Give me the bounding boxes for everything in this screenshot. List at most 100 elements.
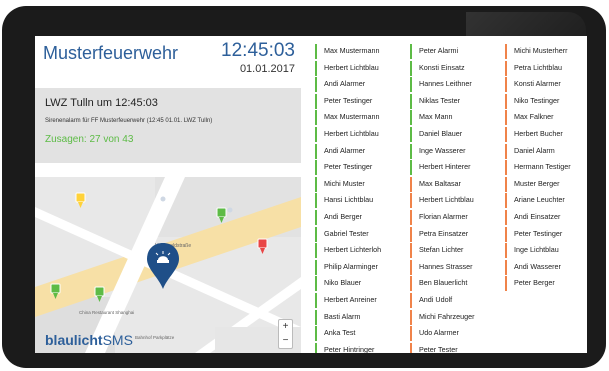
responder-row: Peter Tester — [410, 342, 502, 353]
responder-row: Herbert Lichterloh — [315, 242, 407, 259]
responder-row: Hannes Leithner — [410, 76, 502, 93]
responder-name: Andi Wasserer — [514, 261, 561, 271]
responder-row: Michi Fahrzeuger — [410, 309, 502, 326]
status-bar — [410, 326, 412, 342]
date: 01.01.2017 — [239, 63, 295, 75]
responder-name: Andi Alarmer — [324, 145, 366, 155]
status-bar — [505, 243, 507, 259]
responder-name: Niklas Tester — [419, 95, 461, 105]
responder-row: Peter Testinger — [315, 159, 407, 176]
responder-name: Peter Berger — [514, 278, 555, 288]
status-bar — [505, 276, 507, 292]
clock: 12:45:03 — [221, 40, 295, 61]
responder-row: Max Mustermann — [315, 109, 407, 126]
responder-name: Michi Fahrzeuger — [419, 311, 475, 321]
status-bar — [410, 209, 412, 225]
responder-name: Niko Testinger — [514, 95, 560, 105]
responder-name: Petra Einsatzer — [419, 228, 469, 238]
responder-row: Ariane Leuchter — [505, 192, 587, 209]
responder-name: Max Baltasar — [419, 178, 461, 188]
responder-row: Andi Alarmer — [315, 76, 407, 93]
marker-green-icon[interactable] — [94, 286, 105, 302]
responder-name: Michi Musterherr — [514, 46, 568, 55]
status-bar — [505, 160, 507, 176]
responder-name: Andi Alarmer — [324, 79, 366, 89]
responder-name: Philip Alarminger — [324, 261, 378, 271]
responder-row: Stefan Lichter — [410, 242, 502, 259]
responder-row: Inge Wasserer — [410, 143, 502, 160]
responder-row: Florian Alarmer — [410, 209, 502, 226]
responder-row: Muster Berger — [505, 176, 587, 193]
map-markers — [50, 192, 268, 302]
responder-name: Herbert Anreiner — [324, 294, 377, 304]
responder-column: Max Mustermann Herbert Lichtblau Andi Alar… — [315, 43, 407, 353]
responder-row: Niko Blauer — [315, 275, 407, 292]
responder-name: Konsti Alarmer — [514, 79, 561, 89]
responder-name: Herbert Lichtblau — [324, 62, 379, 72]
marker-green-icon[interactable] — [216, 207, 227, 223]
status-bar — [505, 143, 507, 159]
responder-row: Petra Einsatzer — [410, 226, 502, 243]
status-bar — [315, 209, 317, 225]
responder-row: Peter Testinger — [505, 226, 587, 243]
status-bar — [315, 44, 317, 59]
responder-name: Herbert Lichterloh — [324, 245, 382, 255]
status-bar — [315, 176, 317, 192]
status-bar — [410, 93, 412, 109]
responder-row: Peter Alarmi — [410, 43, 502, 60]
status-bar — [505, 176, 507, 192]
status-bar — [315, 193, 317, 209]
responder-row: Andi Udolf — [410, 292, 502, 309]
status-bar — [315, 143, 317, 159]
responder-row: Herbert Bucher — [505, 126, 587, 143]
responder-row: Andi Berger — [315, 209, 407, 226]
status-bar — [410, 193, 412, 209]
status-bar — [410, 226, 412, 242]
responder-row: Hansi Lichtblau — [315, 192, 407, 209]
responder-row: Peter Testinger — [315, 93, 407, 110]
marker-green-icon[interactable] — [50, 283, 61, 299]
responder-row: Ben Blauerlicht — [410, 275, 502, 292]
responder-name: Max Mann — [419, 112, 453, 122]
responder-name: Basti Alarm — [324, 311, 361, 321]
responder-row: Peter Berger — [505, 275, 587, 292]
responder-name: Max Mustermann — [324, 112, 380, 122]
responder-row: Max Mustermann — [315, 43, 407, 60]
status-bar — [505, 126, 507, 142]
status-bar — [410, 60, 412, 76]
status-bar — [410, 143, 412, 159]
status-bar — [315, 243, 317, 259]
status-bar — [315, 276, 317, 292]
alarm-text: Sirenenalarm für FF Musterfeuerwehr (12:… — [45, 118, 213, 124]
responder-name: Niko Blauer — [324, 278, 362, 288]
responder-name: Herbert Bucher — [514, 128, 563, 138]
zoom-in-button[interactable]: + — [279, 320, 292, 334]
responder-name: Hermann Testiger — [514, 162, 571, 172]
map[interactable]: Hochwaldstraße China Restaurant Shanghai… — [35, 177, 301, 353]
responder-name: Inge Lichtblau — [514, 245, 559, 255]
responder-name: Peter Alarmi — [419, 46, 459, 55]
responder-name: Peter Testinger — [514, 228, 563, 238]
zoom-out-button[interactable]: − — [279, 334, 292, 348]
map-zoom-control[interactable]: + − — [278, 319, 293, 349]
responder-row: Herbert Lichtblau — [315, 126, 407, 143]
responder-row: Gabriel Tester — [315, 226, 407, 243]
responder-name: Herbert Lichtblau — [419, 195, 474, 205]
status-bar — [410, 160, 412, 176]
responder-row: Hannes Strasser — [410, 259, 502, 276]
responder-name: Daniel Blauer — [419, 128, 463, 138]
responder-name: Konsti Einsatz — [419, 62, 465, 72]
responder-row: Niko Testinger — [505, 93, 587, 110]
status-bar — [410, 276, 412, 292]
responder-name: Andi Udolf — [419, 294, 453, 304]
dashboard-screen: Musterfeuerwehr 12:45:03 01.01.2017 LWZ … — [35, 36, 587, 353]
status-bar — [410, 243, 412, 259]
status-bar — [505, 193, 507, 209]
marker-green-icon[interactable] — [75, 192, 86, 208]
siren-location-icon[interactable] — [147, 243, 179, 289]
responder-name: Herbert Hinterer — [419, 162, 471, 172]
responder-name: Peter Hintringer — [324, 344, 375, 353]
responder-name: Ariane Leuchter — [514, 195, 565, 205]
marker-red-icon[interactable] — [257, 238, 268, 254]
page-title: Musterfeuerwehr — [43, 43, 179, 63]
